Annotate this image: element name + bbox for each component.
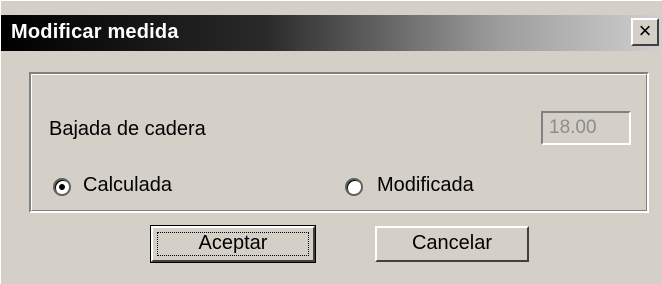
dialog-window: Modificar medida × Bajada de cadera 18.0… <box>0 0 662 284</box>
radio-modificada[interactable] <box>345 178 363 196</box>
accept-button[interactable]: Aceptar <box>150 225 316 263</box>
accept-button-label: Aceptar <box>198 232 268 254</box>
window-title: Modificar medida <box>11 21 179 43</box>
close-icon: × <box>638 18 652 43</box>
title-bar[interactable]: Modificar medida × <box>1 15 662 51</box>
radio-calculada-label[interactable]: Calculada <box>83 174 172 197</box>
cancel-button-label: Cancelar <box>411 232 493 254</box>
cancel-button[interactable]: Cancelar <box>375 226 529 262</box>
measure-value-field[interactable]: 18.00 <box>541 111 631 145</box>
field-label: Bajada de cadera <box>49 118 206 140</box>
radio-modificada-label[interactable]: Modificada <box>377 174 474 197</box>
close-button[interactable]: × <box>631 18 659 46</box>
top-strip <box>1 1 662 15</box>
measure-group-box: Bajada de cadera 18.00 Calculada Modific… <box>29 72 649 213</box>
radio-checked-dot <box>59 184 65 190</box>
radio-calculada[interactable] <box>53 178 71 196</box>
